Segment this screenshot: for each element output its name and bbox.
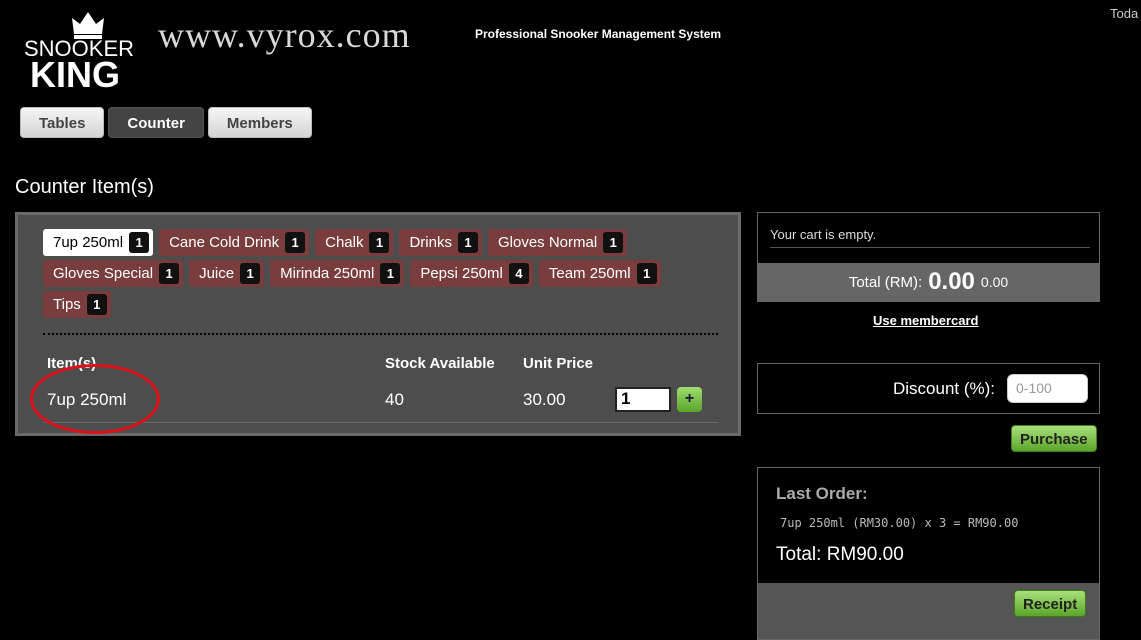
total-amount: 0.00: [928, 268, 975, 295]
item-tag-label: Cane Cold Drink: [169, 234, 280, 251]
column-header-price: Unit Price: [523, 355, 594, 372]
site-url: www.vyrox.com: [158, 15, 411, 55]
item-tag[interactable]: Pepsi 250ml 4: [410, 260, 533, 287]
divider: [770, 247, 1090, 248]
item-tags: 7up 250ml 1 Cane Cold Drink 1 Chalk 1 Drinks 1 G…: [43, 229, 723, 318]
item-tag[interactable]: Mirinda 250ml 1: [270, 260, 405, 287]
item-tag-label: Mirinda 250ml: [280, 265, 375, 282]
item-tag-count-badge: 1: [240, 263, 261, 284]
highlight-circle-annotation: [30, 364, 160, 434]
page-title: Counter Item(s): [15, 176, 154, 198]
item-tag-label: Pepsi 250ml: [420, 265, 503, 282]
item-tag[interactable]: 7up 250ml 1: [43, 229, 154, 256]
cart-box: Your cart is empty. Total (RM): 0.00 0.0…: [757, 212, 1100, 302]
last-order-title: Last Order:: [776, 484, 868, 503]
discount-input[interactable]: 0-100: [1007, 374, 1088, 403]
row-unit-price: 30.00: [523, 390, 566, 409]
row-divider: [43, 422, 718, 423]
item-tag-label: Team 250ml: [548, 265, 631, 282]
item-tag-label: Chalk: [325, 234, 364, 251]
row-stock: 40: [385, 390, 404, 409]
cart-total-bar: Total (RM): 0.00 0.00: [758, 263, 1099, 301]
tab-tables[interactable]: Tables: [20, 107, 105, 138]
item-tag[interactable]: Tips 1: [43, 291, 111, 318]
snooker-king-logo: SNOOKER KING: [24, 10, 140, 95]
use-membercard-link[interactable]: Use membercard: [873, 313, 979, 328]
column-header-stock: Stock Available: [385, 355, 495, 372]
item-tag[interactable]: Gloves Special 1: [43, 260, 184, 287]
item-tag-label: Juice: [199, 265, 235, 282]
item-tag[interactable]: Team 250ml 1: [538, 260, 661, 287]
last-order-total: Total: RM90.00: [776, 544, 904, 565]
tab-counter[interactable]: Counter: [108, 107, 204, 138]
item-tag-count-badge: 1: [129, 232, 150, 253]
tab-members[interactable]: Members: [207, 107, 312, 138]
item-tag[interactable]: Chalk 1: [315, 229, 394, 256]
item-tag[interactable]: Gloves Normal 1: [487, 229, 628, 256]
item-tag-label: Gloves Special: [53, 265, 154, 282]
item-tag-count-badge: 4: [508, 263, 529, 284]
purchase-button[interactable]: Purchase: [1011, 425, 1097, 452]
item-tag[interactable]: Drinks 1: [399, 229, 482, 256]
item-tag-count-badge: 1: [369, 232, 390, 253]
item-tag[interactable]: Juice 1: [189, 260, 265, 287]
item-tag-label: Drinks: [409, 234, 452, 251]
item-tag-count-badge: 1: [159, 263, 180, 284]
item-tag[interactable]: Cane Cold Drink 1: [159, 229, 310, 256]
item-tag-label: Tips: [53, 296, 81, 313]
total-label: Total (RM):: [848, 273, 923, 291]
item-tag-count-badge: 1: [636, 263, 657, 284]
item-tag-label: 7up 250ml: [53, 234, 124, 251]
today-label: Toda: [1110, 6, 1139, 21]
item-tag-label: Gloves Normal: [497, 234, 598, 251]
item-tag-count-badge: 1: [380, 263, 401, 284]
last-order-line: 7up 250ml (RM30.00) x 3 = RM90.00: [780, 516, 1019, 530]
add-to-cart-button[interactable]: +: [677, 387, 702, 412]
item-tag-count-badge: 1: [603, 232, 624, 253]
discount-box: Discount (%): 0-100: [757, 363, 1100, 414]
cart-empty-text: Your cart is empty.: [770, 227, 877, 242]
item-tag-count-badge: 1: [285, 232, 306, 253]
discount-label: Discount (%):: [893, 379, 996, 398]
divider: [43, 333, 718, 335]
item-tag-count-badge: 1: [457, 232, 478, 253]
total-amount-secondary: 0.00: [980, 274, 1009, 290]
item-tag-count-badge: 1: [86, 294, 107, 315]
quantity-input[interactable]: 1: [615, 387, 671, 412]
logo-text-bottom: KING: [30, 54, 120, 95]
receipt-button[interactable]: Receipt: [1014, 590, 1087, 617]
tagline: Professional Snooker Management System: [475, 27, 722, 41]
main-nav: Tables Counter Members: [20, 107, 312, 138]
